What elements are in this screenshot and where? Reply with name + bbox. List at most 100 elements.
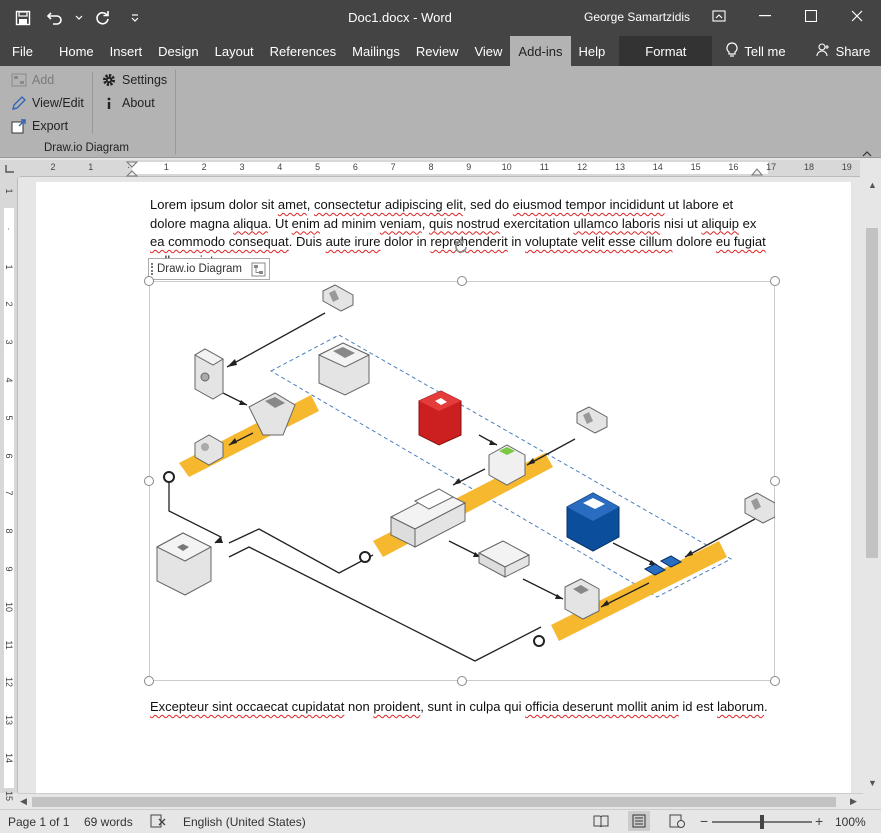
settings-button[interactable]: Settings — [100, 70, 167, 90]
ruler-number: 14 — [652, 162, 663, 172]
resize-handle-bm[interactable] — [457, 676, 467, 686]
user-name[interactable]: George Samartzidis — [584, 10, 690, 24]
zoom-level[interactable]: 100% — [835, 815, 866, 829]
horizontal-ruler[interactable]: 2 1 · 1 2 3 4 5 6 7 8 9 10 11 12 13 14 15 16 17 18 19 — [20, 160, 860, 177]
diagram-content-control-tab[interactable]: Draw.io Diagram — [148, 258, 270, 280]
diagram-label-text: Draw.io Diagram — [157, 263, 242, 275]
scroll-up-icon[interactable]: ▲ — [868, 180, 877, 190]
resize-handle-tl[interactable] — [144, 276, 154, 286]
ruler-corner[interactable] — [0, 160, 20, 178]
redo-icon[interactable] — [90, 6, 116, 30]
word-window: Doc1.docx - Word George Samartzidis File… — [0, 0, 881, 833]
collapse-ribbon-icon[interactable] — [862, 146, 872, 160]
scroll-left-icon[interactable]: ◀ — [20, 796, 27, 807]
add-button[interactable]: Add — [10, 70, 54, 90]
tab-view[interactable]: View — [466, 36, 510, 66]
quick-access-toolbar — [10, 6, 148, 30]
read-mode-icon[interactable] — [590, 811, 612, 831]
zoom-in-icon[interactable]: + — [815, 813, 823, 829]
language[interactable]: English (United States) — [183, 815, 306, 829]
resize-handle-bl[interactable] — [144, 676, 154, 686]
vertical-scrollbar[interactable]: ▲ ▼ — [863, 178, 881, 793]
tab-format[interactable]: Format — [619, 36, 713, 66]
tab-insert[interactable]: Insert — [102, 36, 151, 66]
title-bar: Doc1.docx - Word George Samartzidis — [0, 0, 881, 36]
tab-layout[interactable]: Layout — [207, 36, 262, 66]
add-diagram-icon — [10, 71, 28, 89]
tab-design[interactable]: Design — [150, 36, 206, 66]
vertical-ruler-number: 15 — [4, 790, 14, 801]
vertical-ruler-number: 8 — [4, 528, 14, 534]
drawio-diagram[interactable] — [149, 281, 775, 681]
ruler-number: 12 — [577, 162, 588, 172]
vertical-ruler[interactable]: 1 · 1 2 3 4 5 6 7 8 9 10 11 12 13 14 15 — [0, 178, 18, 801]
save-icon[interactable] — [10, 6, 36, 30]
pencil-icon — [10, 94, 28, 112]
resize-handle-tr[interactable] — [770, 276, 780, 286]
minimize-icon[interactable] — [742, 0, 788, 32]
ribbon-body: Add View/Edit Export Settings About Draw… — [0, 66, 881, 158]
scroll-right-icon[interactable]: ▶ — [850, 796, 857, 807]
horizontal-scroll-thumb[interactable] — [32, 797, 836, 807]
tab-add-ins[interactable]: Add-ins — [510, 36, 571, 66]
chevron-down-icon[interactable] — [74, 6, 84, 30]
tab-file[interactable]: File — [0, 36, 57, 66]
horizontal-scrollbar[interactable]: ◀ ▶ — [18, 793, 863, 809]
diagram-options-icon[interactable] — [251, 262, 266, 277]
customize-qat-icon[interactable] — [122, 6, 148, 30]
close-icon[interactable] — [834, 0, 880, 32]
page[interactable]: Lorem ipsum dolor sit amet, consectetur … — [36, 182, 851, 793]
drag-grip-icon[interactable] — [151, 263, 154, 275]
connector-node-1 — [163, 471, 175, 483]
resize-handle-br[interactable] — [770, 676, 780, 686]
vertical-scroll-thumb[interactable] — [866, 228, 878, 558]
undo-icon[interactable] — [42, 6, 68, 30]
tell-me-box[interactable]: Tell me — [712, 36, 793, 66]
indent-marker-icon[interactable] — [124, 161, 140, 177]
word-count[interactable]: 69 words — [84, 815, 133, 829]
ruler-number: 8 — [428, 162, 434, 172]
zoom-out-icon[interactable]: − — [700, 813, 708, 829]
ruler-number: 1 — [163, 162, 169, 172]
view-edit-label: View/Edit — [32, 96, 84, 110]
about-button[interactable]: About — [100, 93, 155, 113]
ruler-number: 17 — [766, 162, 777, 172]
right-indent-marker-icon[interactable] — [750, 164, 764, 176]
rotate-handle-icon[interactable] — [452, 238, 470, 256]
proofing-icon[interactable] — [150, 813, 166, 832]
vertical-ruler-number: 1 — [4, 188, 14, 194]
document-area[interactable]: Lorem ipsum dolor sit amet, consectetur … — [18, 178, 863, 793]
tab-review[interactable]: Review — [408, 36, 467, 66]
tab-home[interactable]: Home — [57, 36, 102, 66]
ruler-number: 5 — [315, 162, 321, 172]
vertical-ruler-number: 9 — [4, 566, 14, 572]
vertical-ruler-number: 1 — [4, 264, 14, 270]
ruler-text-area — [132, 162, 768, 174]
tab-mailings[interactable]: Mailings — [344, 36, 408, 66]
web-layout-icon[interactable] — [666, 811, 688, 831]
info-icon — [100, 94, 118, 112]
tab-help[interactable]: Help — [571, 36, 614, 66]
share-label: Share — [835, 43, 871, 59]
ruler-number: 3 — [239, 162, 245, 172]
maximize-icon[interactable] — [788, 0, 834, 32]
export-label: Export — [32, 119, 69, 133]
resize-handle-ml[interactable] — [144, 476, 154, 486]
tab-references[interactable]: References — [262, 36, 344, 66]
zoom-slider-thumb[interactable] — [760, 815, 764, 829]
print-layout-icon[interactable] — [628, 811, 650, 831]
ribbon-display-options-icon[interactable] — [696, 0, 742, 32]
resize-handle-mr[interactable] — [770, 476, 780, 486]
ruler-number: 9 — [466, 162, 472, 172]
share-button[interactable]: Share — [794, 36, 879, 66]
gear-icon — [100, 71, 118, 89]
export-icon — [10, 117, 28, 135]
resize-handle-tm[interactable] — [457, 276, 467, 286]
vertical-ruler-number: 3 — [4, 339, 14, 345]
paragraph-2[interactable]: Excepteur sint occaecat cupidatat non pr… — [150, 698, 770, 717]
vertical-ruler-number: 7 — [4, 490, 14, 496]
page-count[interactable]: Page 1 of 1 — [8, 815, 69, 829]
view-edit-button[interactable]: View/Edit — [10, 93, 84, 113]
scroll-down-icon[interactable]: ▼ — [868, 778, 877, 788]
export-button[interactable]: Export — [10, 116, 68, 136]
